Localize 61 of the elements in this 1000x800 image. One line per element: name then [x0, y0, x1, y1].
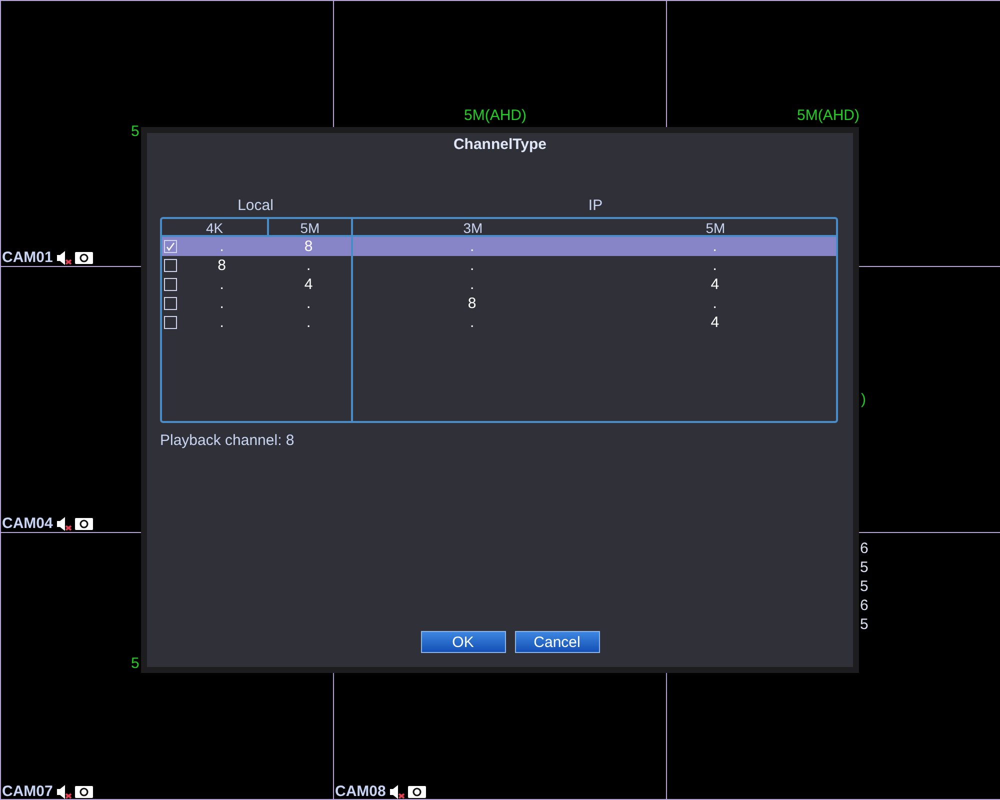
format-label: 5: [131, 654, 140, 674]
checkbox[interactable]: [164, 278, 177, 290]
ok-button[interactable]: OK: [420, 631, 506, 653]
table-cell-text: 8: [303, 236, 314, 256]
table-cell-text: .: [218, 236, 225, 256]
channel-row[interactable]: . . . 4: [162, 312, 836, 332]
table-cell-text: .: [712, 256, 718, 274]
channel-digit: 6: [860, 539, 868, 558]
table-cell-text: .: [305, 312, 312, 332]
table-cell-text: .: [218, 274, 225, 294]
channel-digit: 5: [860, 558, 868, 577]
group-label: IP: [588, 196, 603, 216]
table-cell-text: .: [469, 274, 476, 294]
muted-speaker-icon: [56, 250, 72, 264]
camera-label: CAM08: [335, 784, 386, 799]
channel-digit: 6: [860, 596, 868, 615]
checkbox[interactable]: [164, 258, 177, 272]
table-cell-text: .: [469, 236, 476, 256]
column-header: 3M: [462, 218, 484, 234]
format-label: 5: [131, 122, 140, 142]
camera-icon: [74, 518, 93, 530]
table-cell-text: 4: [303, 274, 314, 294]
table-cell-text: 8: [466, 294, 478, 312]
table-cell-text: .: [469, 312, 476, 332]
table-cell-text: 4: [710, 312, 720, 332]
table-cell-text: .: [305, 256, 312, 274]
cancel-button[interactable]: Cancel: [514, 631, 600, 653]
channel-digit: 5: [860, 615, 868, 634]
column-header: 5M: [704, 218, 726, 234]
column-header: 4K: [162, 218, 269, 234]
table-cell-text: .: [712, 294, 718, 312]
channel-row[interactable]: . . 8 .: [162, 294, 836, 312]
channel-row[interactable]: . 4 . 4: [162, 274, 836, 294]
muted-speaker-icon: [56, 784, 72, 798]
muted-speaker-icon: [56, 516, 72, 530]
camera-icon: [408, 786, 426, 798]
dialog-title: ChannelType: [453, 135, 547, 155]
format-label: ): [861, 390, 866, 410]
format-label: 5M(AHD): [797, 106, 860, 126]
camera-label: CAM04: [2, 516, 53, 531]
channel-digit: 5: [860, 577, 868, 596]
table-cell-text: .: [218, 312, 225, 332]
table-cell-text: 8: [216, 256, 227, 274]
checkbox[interactable]: [164, 240, 177, 252]
format-label: 5M(AHD): [464, 106, 526, 126]
checkbox[interactable]: [164, 316, 177, 328]
table-cell-text: .: [712, 236, 718, 256]
camera-label: CAM01: [2, 250, 53, 265]
camera-label: CAM07: [2, 784, 53, 799]
camera-icon: [74, 786, 93, 798]
camera-icon: [74, 252, 93, 264]
table-cell-text: .: [218, 294, 225, 312]
column-header: 5M: [299, 218, 321, 234]
muted-speaker-icon: [388, 784, 405, 798]
group-label: Local: [238, 196, 274, 216]
table-cell-text: .: [469, 256, 476, 274]
table-cell-text: 4: [710, 274, 720, 294]
checkbox[interactable]: [164, 296, 177, 310]
table-cell-text: .: [305, 294, 312, 312]
playback-channel-text: Playback channel: 8: [160, 430, 296, 450]
channel-row[interactable]: 8 . . .: [162, 256, 836, 274]
